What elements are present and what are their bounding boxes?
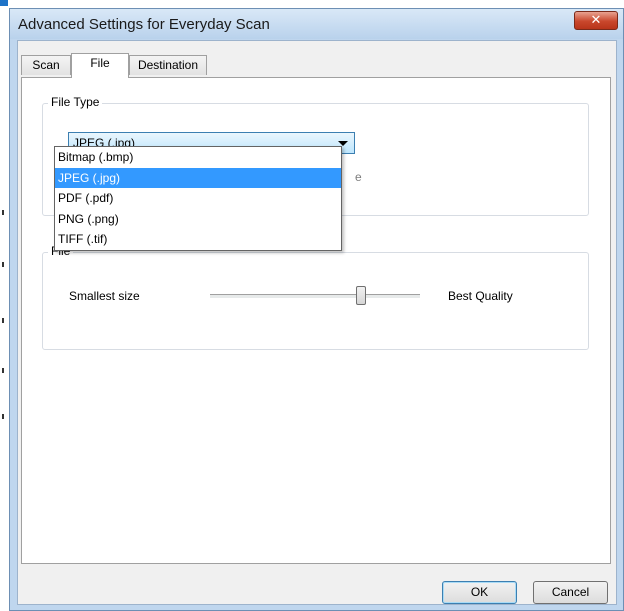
- tab-scan[interactable]: Scan: [21, 55, 71, 75]
- slider-max-label: Best Quality: [448, 289, 513, 303]
- background-mark: [2, 318, 4, 323]
- background-accent: [0, 0, 8, 6]
- tab-label: Scan: [32, 58, 60, 72]
- tab-destination[interactable]: Destination: [129, 55, 207, 75]
- background-mark: [2, 368, 4, 373]
- file-type-group-label: File Type: [48, 95, 103, 109]
- obscured-text: e: [355, 170, 362, 184]
- advanced-settings-dialog: Advanced Settings for Everyday Scan ✕ Sc…: [9, 8, 624, 611]
- tab-label: Destination: [137, 58, 199, 72]
- dialog-client-area: Scan File Destination File Type JPEG (.j…: [17, 40, 617, 605]
- tab-file[interactable]: File: [71, 53, 129, 78]
- background-window-edge: [0, 0, 9, 611]
- file-type-option[interactable]: PNG (.png): [55, 209, 341, 230]
- ok-button[interactable]: OK: [442, 581, 517, 604]
- close-button[interactable]: ✕: [574, 11, 618, 30]
- background-mark: [2, 262, 4, 267]
- file-size-group: File Smallest size Best Quality: [42, 244, 589, 350]
- tab-label: File: [90, 56, 110, 70]
- title-bar[interactable]: Advanced Settings for Everyday Scan ✕: [10, 9, 623, 39]
- file-type-dropdown-list: Bitmap (.bmp) JPEG (.jpg) PDF (.pdf) PNG (.…: [54, 146, 342, 251]
- background-mark: [2, 210, 4, 215]
- dialog-title: Advanced Settings for Everyday Scan: [18, 16, 270, 33]
- cancel-button[interactable]: Cancel: [533, 581, 608, 604]
- slider-thumb[interactable]: [356, 286, 367, 305]
- background-mark: [2, 414, 4, 419]
- file-size-slider[interactable]: [210, 286, 420, 305]
- file-type-option[interactable]: JPEG (.jpg): [55, 167, 341, 189]
- file-type-option[interactable]: TIFF (.tif): [55, 229, 341, 250]
- slider-min-label: Smallest size: [69, 289, 140, 303]
- close-icon: ✕: [590, 13, 602, 28]
- ok-button-label: OK: [470, 585, 489, 599]
- file-type-option[interactable]: Bitmap (.bmp): [55, 147, 341, 168]
- cancel-button-label: Cancel: [551, 585, 590, 599]
- file-type-option[interactable]: PDF (.pdf): [55, 188, 341, 209]
